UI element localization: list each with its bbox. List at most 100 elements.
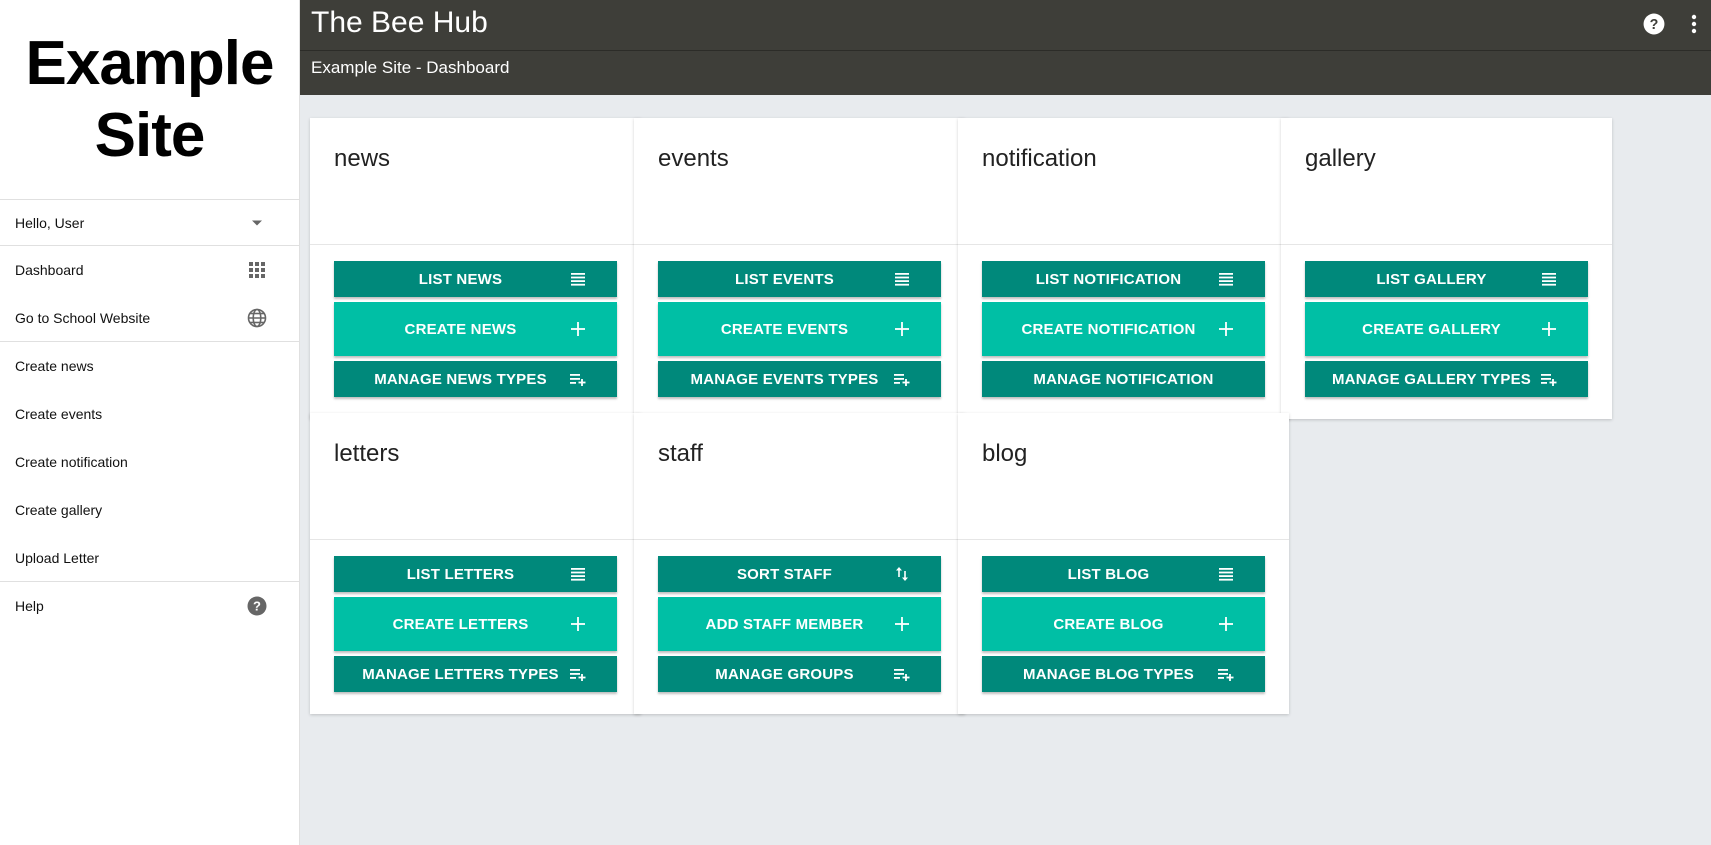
svg-text:?: ? (1650, 17, 1659, 33)
card-title: events (634, 118, 965, 245)
site-logo[interactable]: Example Site (0, 0, 299, 200)
card-title: letters (310, 413, 641, 540)
button-label: LIST NEWS (418, 270, 503, 288)
card-gallery: gallery LIST GALLERY CREATE GALLERY MANAGE … (1281, 118, 1612, 419)
button-label: CREATE NOTIFICATION (1021, 320, 1196, 338)
dropdown-arrow-icon (247, 213, 267, 233)
plus-icon (1217, 615, 1235, 633)
list-events-button[interactable]: LIST EVENTS (658, 261, 941, 297)
sidebar-item-label: Go to School Website (15, 309, 151, 326)
button-label: MANAGE GALLERY TYPES (1331, 370, 1532, 388)
list-blog-button[interactable]: LIST BLOG (982, 556, 1265, 592)
button-label: MANAGE NEWS TYPES (374, 370, 547, 388)
playlist-add-icon (569, 665, 587, 683)
button-label: CREATE LETTERS (392, 615, 529, 633)
grid-icon (247, 260, 267, 280)
button-label: LIST BLOG (1067, 565, 1150, 583)
globe-icon (247, 308, 267, 328)
card-title: news (310, 118, 641, 245)
help-circle-icon[interactable]: ? (1643, 13, 1665, 40)
button-label: MANAGE EVENTS TYPES (690, 370, 879, 388)
list-news-button[interactable]: LIST NEWS (334, 261, 617, 297)
card-title: blog (958, 413, 1289, 540)
list-icon (569, 270, 587, 288)
button-label: CREATE GALLERY (1362, 320, 1501, 338)
help-circle-icon: ? (247, 596, 267, 616)
manage-news-types-button[interactable]: MANAGE NEWS TYPES (334, 361, 617, 397)
manage-blog-types-button[interactable]: MANAGE BLOG TYPES (982, 656, 1265, 692)
sidebar-item-label: Create notification (15, 454, 128, 470)
svg-text:?: ? (253, 599, 261, 614)
list-icon (1217, 565, 1235, 583)
user-menu[interactable]: Hello, User (0, 200, 299, 246)
button-label: LIST GALLERY (1376, 270, 1487, 288)
sidebar-item-create-notification[interactable]: Create notification (0, 438, 299, 486)
create-events-button[interactable]: CREATE EVENTS (658, 302, 941, 356)
plus-icon (569, 615, 587, 633)
button-label: CREATE BLOG (1053, 615, 1164, 633)
plus-icon (569, 320, 587, 338)
user-greeting: Hello, User (15, 214, 85, 231)
card-notification: notification LIST NOTIFICATION CREATE NOTI… (958, 118, 1289, 419)
dashboard-grid: news LIST NEWS CREATE NEWS MANAGE NEWS TYPE… (300, 95, 1711, 845)
sidebar-item-label: Create events (15, 406, 103, 422)
card-title: gallery (1281, 118, 1612, 245)
button-label: LIST LETTERS (406, 565, 515, 583)
plus-icon (893, 320, 911, 338)
button-label: MANAGE GROUPS (715, 665, 854, 683)
list-letters-button[interactable]: LIST LETTERS (334, 556, 617, 592)
sidebar-item-label: Create news (15, 358, 94, 374)
playlist-add-icon (1217, 665, 1235, 683)
sidebar-item-label: Upload Letter (15, 549, 100, 566)
manage-groups-button[interactable]: MANAGE GROUPS (658, 656, 941, 692)
plus-icon (893, 615, 911, 633)
sidebar-item-label: Help (15, 598, 44, 614)
site-logo-text: Example Site (25, 28, 274, 170)
sidebar-item-school-website[interactable]: Go to School Website (0, 294, 299, 342)
playlist-add-icon (1540, 370, 1558, 388)
manage-notification-button[interactable]: MANAGE NOTIFICATION (982, 361, 1265, 397)
plus-icon (1217, 320, 1235, 338)
card-events: events LIST EVENTS CREATE EVENTS MANAGE EVE… (634, 118, 965, 419)
create-letters-button[interactable]: CREATE LETTERS (334, 597, 617, 651)
manage-gallery-types-button[interactable]: MANAGE GALLERY TYPES (1305, 361, 1588, 397)
button-label: CREATE EVENTS (720, 320, 849, 338)
list-icon (893, 270, 911, 288)
sidebar-item-create-gallery[interactable]: Create gallery (0, 486, 299, 534)
sort-staff-button[interactable]: SORT STAFF (658, 556, 941, 592)
list-gallery-button[interactable]: LIST GALLERY (1305, 261, 1588, 297)
manage-letters-types-button[interactable]: MANAGE LETTERS TYPES (334, 656, 617, 692)
button-label: SORT STAFF (736, 565, 833, 583)
card-news: news LIST NEWS CREATE NEWS MANAGE NEWS TYPE… (310, 118, 641, 419)
card-title: notification (958, 118, 1289, 245)
more-vert-icon[interactable] (1691, 14, 1697, 39)
sidebar-item-help[interactable]: Help ? (0, 582, 299, 630)
button-label: MANAGE NOTIFICATION (1033, 370, 1214, 388)
sidebar-item-create-events[interactable]: Create events (0, 390, 299, 438)
button-label: LIST EVENTS (735, 270, 834, 288)
playlist-add-icon (569, 370, 587, 388)
app-title: The Bee Hub (311, 6, 488, 39)
sidebar-item-dashboard[interactable]: Dashboard (0, 246, 299, 294)
create-gallery-button[interactable]: CREATE GALLERY (1305, 302, 1588, 356)
create-news-button[interactable]: CREATE NEWS (334, 302, 617, 356)
playlist-add-icon (893, 370, 911, 388)
card-blog: blog LIST BLOG CREATE BLOG MANAGE BLOG TYPE… (958, 413, 1289, 714)
sidebar-item-label: Dashboard (15, 262, 84, 278)
create-notification-button[interactable]: CREATE NOTIFICATION (982, 302, 1265, 356)
sort-icon (893, 565, 911, 583)
button-label: MANAGE BLOG TYPES (1023, 665, 1194, 683)
create-blog-button[interactable]: CREATE BLOG (982, 597, 1265, 651)
playlist-add-icon (893, 665, 911, 683)
list-notification-button[interactable]: LIST NOTIFICATION (982, 261, 1265, 297)
list-icon (1540, 270, 1558, 288)
add-staff-member-button[interactable]: ADD STAFF MEMBER (658, 597, 941, 651)
card-staff: staff SORT STAFF ADD STAFF MEMBER MANAGE GR… (634, 413, 965, 714)
sidebar-item-create-news[interactable]: Create news (0, 342, 299, 390)
sidebar-item-upload-letter[interactable]: Upload Letter (0, 534, 299, 582)
button-label: MANAGE LETTERS TYPES (362, 665, 559, 683)
list-icon (569, 565, 587, 583)
button-label: CREATE NEWS (404, 320, 517, 338)
manage-events-types-button[interactable]: MANAGE EVENTS TYPES (658, 361, 941, 397)
card-title: staff (634, 413, 965, 540)
